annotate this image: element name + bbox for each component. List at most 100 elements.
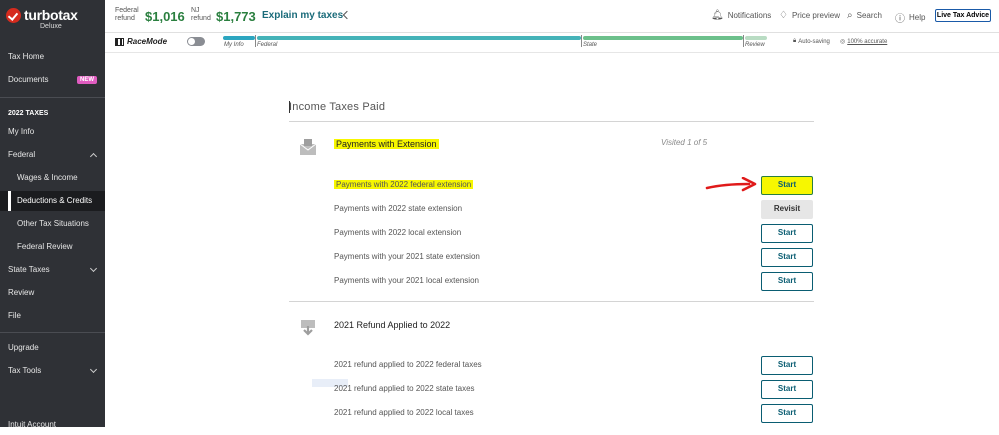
row-label-refund-state: 2021 refund applied to 2022 state taxes (334, 384, 475, 393)
start-button-refund-local[interactable]: Start (761, 404, 813, 423)
progress-track-federal (257, 36, 581, 40)
sidebar-item-federal-review[interactable]: Federal Review (0, 237, 105, 257)
racemode-label: RaceMode (115, 37, 167, 46)
sidebar-item-review[interactable]: Review (0, 283, 105, 303)
sidebar-item-tax-tools[interactable]: Tax Tools (0, 361, 105, 381)
explain-my-taxes-link[interactable]: Explain my taxes (262, 10, 343, 21)
notifications-label: Notifications (727, 11, 772, 20)
row-label-refund-federal: 2021 refund applied to 2022 federal taxe… (334, 360, 482, 369)
new-badge: NEW (77, 76, 97, 84)
federal-refund-label-line2: refund (115, 15, 135, 22)
sidebar-item-my-info[interactable]: My Info (0, 122, 105, 142)
sidebar-item-label: Other Tax Situations (17, 219, 89, 228)
checkered-flag-icon (115, 37, 124, 46)
sidebar-item-label: Tax Tools (8, 366, 42, 375)
start-button-local-extension[interactable]: Start (761, 224, 813, 243)
sidebar-item-federal[interactable]: Federal (0, 145, 105, 165)
sidebar-item-label: Review (8, 288, 35, 297)
help-icon: ⓘ (895, 14, 905, 25)
turbotax-logo[interactable]: turbotax Deluxe (6, 8, 78, 30)
badge-icon: ◎ (840, 39, 846, 45)
search-label: Search (856, 11, 882, 20)
tag-icon: ♢ (779, 10, 788, 21)
sidebar-item-file[interactable]: File (0, 306, 105, 326)
price-preview-link[interactable]: ♢ Price preview (779, 10, 840, 21)
sidebar-item-deductions[interactable]: Deductions & Credits (0, 191, 105, 211)
progress-track-review (745, 36, 767, 40)
sidebar-divider (0, 332, 105, 333)
live-tax-advice-button[interactable]: Live Tax Advice (935, 9, 991, 22)
progress-step-tick (581, 35, 582, 47)
step-review[interactable]: Review (745, 42, 765, 48)
sidebar-section-header: 2022 TAXES (8, 110, 49, 117)
notifications-link[interactable]: 🔔︎ Notifications (711, 10, 771, 21)
state-refund-amount[interactable]: $1,773 (216, 9, 256, 24)
row-label-local-extension: Payments with 2022 local extension (334, 228, 462, 237)
revisit-button-state-extension[interactable]: Revisit (761, 200, 813, 219)
start-button-refund-federal[interactable]: Start (761, 356, 813, 375)
sidebar-item-label: Tax Home (8, 52, 45, 61)
row-label-refund-local: 2021 refund applied to 2022 local taxes (334, 408, 474, 417)
state-refund-label-line2: refund (191, 15, 211, 22)
step-my-info[interactable]: My Info (224, 42, 244, 48)
search-icon: ⌕ (847, 10, 853, 21)
sidebar-item-tax-home[interactable]: Tax Home (0, 47, 105, 67)
sidebar-item-upgrade[interactable]: Upgrade (0, 338, 105, 358)
section-divider (289, 301, 814, 302)
sidebar-item-state-taxes[interactable]: State Taxes (0, 260, 105, 280)
progress-step-tick (255, 35, 256, 47)
visited-status: Visited 1 of 5 (661, 138, 708, 147)
sidebar-item-label: File (8, 311, 21, 320)
search-link[interactable]: ⌕ Search (847, 10, 882, 21)
step-state[interactable]: State (583, 42, 597, 48)
row-label-federal-extension: Payments with 2022 federal extension (334, 180, 474, 189)
federal-refund-label: Federal refund (115, 7, 139, 23)
bell-icon: 🔔︎ (711, 10, 724, 21)
row-label-2021-local-extension: Payments with your 2021 local extension (334, 276, 479, 285)
sidebar-item-label: Intuit Account (8, 420, 57, 429)
auto-saving-status: 🔒︎ Auto-saving (793, 38, 830, 45)
chevron-left-icon[interactable] (342, 10, 352, 20)
federal-refund-amount[interactable]: $1,016 (145, 9, 185, 24)
checkmark-logo-icon (6, 8, 21, 23)
envelope-payment-icon (299, 139, 317, 155)
start-button-2021-state-extension[interactable]: Start (761, 248, 813, 267)
sidebar-item-label: Upgrade (8, 343, 39, 352)
sidebar-item-documents[interactable]: Documents NEW (0, 70, 105, 90)
accuracy-label: 100% accurate (847, 38, 888, 45)
step-federal[interactable]: Federal (257, 42, 277, 48)
sidebar-item-label: Federal (8, 150, 36, 159)
sidebar-item-other-tax[interactable]: Other Tax Situations (0, 214, 105, 234)
sidebar-item-label: State Taxes (8, 265, 50, 274)
sidebar-item-label: Federal Review (17, 242, 73, 251)
chevron-up-icon (89, 152, 98, 161)
help-link[interactable]: ⓘ Help (895, 10, 925, 25)
accuracy-guarantee[interactable]: ◎ 100% accurate (840, 38, 888, 46)
start-button-2021-local-extension[interactable]: Start (761, 272, 813, 291)
sidebar-item-label: Deductions & Credits (17, 196, 93, 205)
row-label-state-extension: Payments with 2022 state extension (334, 204, 463, 213)
sidebar: turbotax Deluxe Tax Home Documents NEW 2… (0, 0, 105, 429)
text-cursor (289, 101, 290, 113)
start-button-federal-extension[interactable]: Start (761, 176, 813, 195)
red-arrow-annotation-icon (705, 177, 757, 192)
sidebar-item-label: Wages & Income (17, 173, 78, 182)
section-title-text: Payments with Extension (334, 139, 439, 149)
sidebar-item-label: Documents (8, 75, 49, 84)
start-button-refund-state[interactable]: Start (761, 380, 813, 399)
sidebar-item-wages[interactable]: Wages & Income (0, 168, 105, 188)
racemode-text: RaceMode (127, 37, 168, 46)
racemode-toggle[interactable] (187, 37, 205, 46)
page-title: Income Taxes Paid (289, 101, 386, 113)
section-title-payments-extension: Payments with Extension (334, 139, 439, 149)
state-refund-label-line1: NJ (191, 7, 200, 14)
top-bar: Federal refund $1,016 NJ refund $1,773 E… (105, 0, 999, 33)
federal-refund-label-line1: Federal (115, 7, 139, 14)
progress-track-state (583, 36, 743, 40)
sidebar-item-intuit-account[interactable]: Intuit Account (0, 415, 105, 435)
price-preview-label: Price preview (791, 11, 840, 20)
section-title-refund-applied: 2021 Refund Applied to 2022 (334, 320, 451, 330)
auto-saving-label: Auto-saving (798, 38, 830, 45)
sidebar-divider (0, 97, 105, 98)
lock-icon: 🔒︎ (793, 38, 797, 44)
